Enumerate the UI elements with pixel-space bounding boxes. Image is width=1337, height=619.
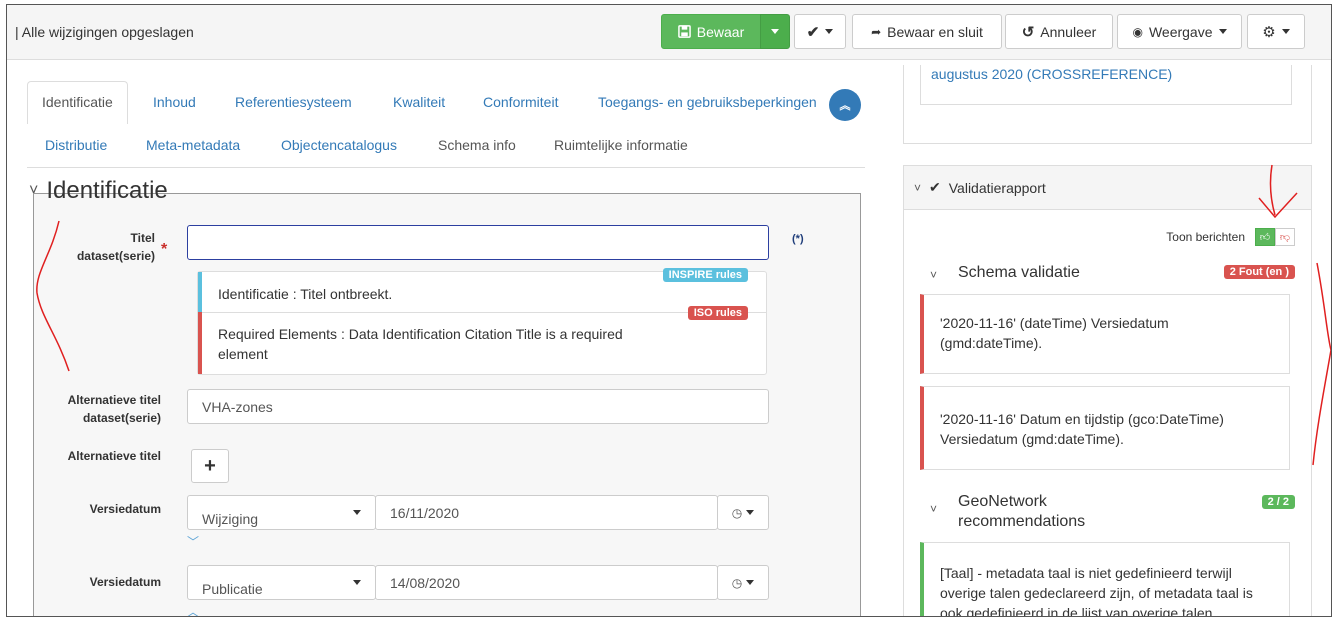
chevron-down-icon bbox=[1218, 29, 1227, 34]
thumbs-up-icon[interactable]: 👍︎ bbox=[1255, 228, 1275, 246]
chevron-down-icon: ˅ bbox=[29, 182, 39, 199]
chevron-down-icon bbox=[771, 29, 779, 34]
date-type-select[interactable]: Publicatie bbox=[187, 565, 376, 600]
angle-double-up-icon: ︽ bbox=[839, 100, 851, 112]
chevron-down-icon[interactable]: ˅ bbox=[930, 502, 937, 516]
chevron-down-icon bbox=[353, 510, 361, 515]
recommendation-count-badge: 2 / 2 bbox=[1261, 495, 1295, 509]
previous-panel-content: augustus 2020 (CROSSREFERENCE) bbox=[920, 65, 1292, 105]
schema-message: '2020-11-16' Datum en tijdstip (gco:Date… bbox=[920, 386, 1290, 470]
chevron-down-icon[interactable]: ˅ bbox=[930, 268, 937, 282]
chevron-down-icon bbox=[746, 580, 755, 585]
version-date-label: Versiedatum bbox=[89, 502, 161, 516]
app-window: | Alle wijzigingen opgeslagen Bewaar ✔ ➦… bbox=[6, 4, 1332, 617]
tab-referentiesysteem[interactable]: Referentiesysteem bbox=[235, 94, 352, 110]
inspire-message: Identificatie : Titel ontbreekt. bbox=[218, 286, 393, 302]
clock-icon: ◷ bbox=[731, 505, 743, 520]
alt-title-label: Alternatieve titel dataset(serie) bbox=[67, 393, 161, 425]
gear-icon: ⚙ bbox=[1262, 23, 1276, 41]
tab-objectencatalogus[interactable]: Objectencatalogus bbox=[281, 137, 397, 153]
view-label: Weergave bbox=[1148, 23, 1213, 40]
tab-identificatie[interactable]: Identificatie bbox=[27, 81, 128, 124]
date-type-select[interactable]: Wijziging bbox=[187, 495, 376, 530]
plus-icon: + bbox=[204, 454, 216, 477]
validate-button[interactable]: ✔ bbox=[794, 14, 846, 49]
save-and-close-button[interactable]: ➦ Bewaar en sluit bbox=[852, 14, 1002, 49]
schema-message: '2020-11-16' (dateTime) Versiedatum (gmd… bbox=[920, 294, 1290, 374]
validation-report-panel: ˅ ✔ Validatierapport Toon berichten 👍︎ 👎… bbox=[903, 165, 1312, 616]
chevron-down-icon bbox=[1281, 29, 1290, 34]
check-icon: ✔ bbox=[806, 23, 820, 41]
undo-icon: ↺ bbox=[1021, 23, 1035, 41]
version-date-label: Versiedatum bbox=[89, 575, 161, 589]
settings-dropdown[interactable]: ⚙ bbox=[1247, 14, 1305, 49]
show-messages-label: Toon berichten bbox=[1166, 230, 1245, 244]
eye-icon: ◉ bbox=[1132, 24, 1143, 39]
save-and-close-label: Bewaar en sluit bbox=[887, 23, 983, 40]
chevron-down-icon bbox=[746, 510, 755, 515]
tab-kwaliteit[interactable]: Kwaliteit bbox=[393, 94, 445, 110]
alt-title-label-2: Alternatieve titel bbox=[67, 449, 161, 463]
chevron-down-icon: ˅ bbox=[914, 180, 922, 195]
validation-report-header[interactable]: ˅ ✔ Validatierapport bbox=[904, 166, 1311, 210]
thumbs-down-icon[interactable]: 👎︎ bbox=[1275, 228, 1295, 246]
cancel-button[interactable]: ↺ Annuleer bbox=[1005, 14, 1113, 49]
tab-toegangs-en-gebruiksbeperkingen[interactable]: Toegangs- en gebruiksbeperkingen bbox=[598, 94, 817, 110]
section-header[interactable]: ˅ Identificatie bbox=[29, 177, 168, 205]
sign-out-icon: ➦ bbox=[871, 24, 882, 39]
previous-panel: augustus 2020 (CROSSREFERENCE) bbox=[903, 65, 1312, 144]
save-button[interactable]: Bewaar bbox=[661, 14, 761, 49]
section-title: Identificatie bbox=[46, 177, 168, 204]
geonetwork-title: GeoNetwork recommendations bbox=[958, 493, 1086, 530]
tab-distributie[interactable]: Distributie bbox=[45, 137, 107, 153]
tab-meta-metadata[interactable]: Meta-metadata bbox=[146, 137, 240, 153]
check-icon: ✔ bbox=[929, 179, 941, 195]
multilingual-marker: (*) bbox=[792, 233, 804, 245]
required-marker: * bbox=[161, 241, 168, 258]
validation-messages: Identificatie : Titel ontbreekt. INSPIRE… bbox=[197, 268, 767, 375]
view-dropdown[interactable]: ◉ Weergave bbox=[1117, 14, 1242, 49]
tab-ruimtelijke-informatie[interactable]: Ruimtelijke informatie bbox=[554, 137, 688, 153]
tabs-divider bbox=[27, 167, 865, 168]
tab-inhoud[interactable]: Inhoud bbox=[153, 94, 196, 110]
editor-toolbar: | Alle wijzigingen opgeslagen Bewaar ✔ ➦… bbox=[7, 5, 1331, 60]
validation-report-title: Validatierapport bbox=[948, 179, 1046, 196]
cancel-label: Annuleer bbox=[1040, 23, 1097, 40]
date-picker-button[interactable]: ◷ bbox=[717, 495, 769, 530]
date-input[interactable]: 14/08/2020 bbox=[375, 565, 718, 600]
title-input[interactable] bbox=[187, 225, 769, 260]
recommendation-message: [Taal] - metadata taal is niet gedefinie… bbox=[920, 542, 1290, 616]
collapse-tabs-button[interactable]: ︽ bbox=[829, 89, 861, 121]
collapse-chevron-icon[interactable]: ︿ bbox=[187, 603, 199, 616]
divider bbox=[198, 312, 766, 313]
clock-icon: ◷ bbox=[731, 575, 743, 590]
iso-message: Required Elements : Data Identification … bbox=[218, 326, 623, 362]
iso-badge: ISO rules bbox=[687, 306, 748, 320]
date-input[interactable]: 16/11/2020 bbox=[375, 495, 718, 530]
tab-schema-info[interactable]: Schema info bbox=[438, 137, 516, 153]
date-picker-button[interactable]: ◷ bbox=[717, 565, 769, 600]
schema-validation-title: Schema validatie bbox=[958, 264, 1080, 281]
save-label: Bewaar bbox=[696, 23, 745, 40]
chevron-down-icon bbox=[353, 580, 361, 585]
add-alt-title-button[interactable]: + bbox=[191, 449, 229, 483]
expand-chevron-icon[interactable]: ﹀ bbox=[187, 533, 199, 550]
chevron-down-icon bbox=[825, 29, 834, 34]
tab-conformiteit[interactable]: Conformiteit bbox=[483, 94, 558, 110]
alt-title-input[interactable]: VHA-zones bbox=[187, 389, 769, 424]
inspire-badge: INSPIRE rules bbox=[662, 268, 748, 282]
save-options-dropdown[interactable] bbox=[760, 14, 790, 49]
save-status: | Alle wijzigingen opgeslagen bbox=[15, 24, 194, 40]
title-label: Titel dataset(serie) bbox=[76, 231, 155, 263]
error-count-badge: 2 Fout (en ) bbox=[1223, 265, 1295, 279]
floppy-icon bbox=[677, 25, 691, 38]
